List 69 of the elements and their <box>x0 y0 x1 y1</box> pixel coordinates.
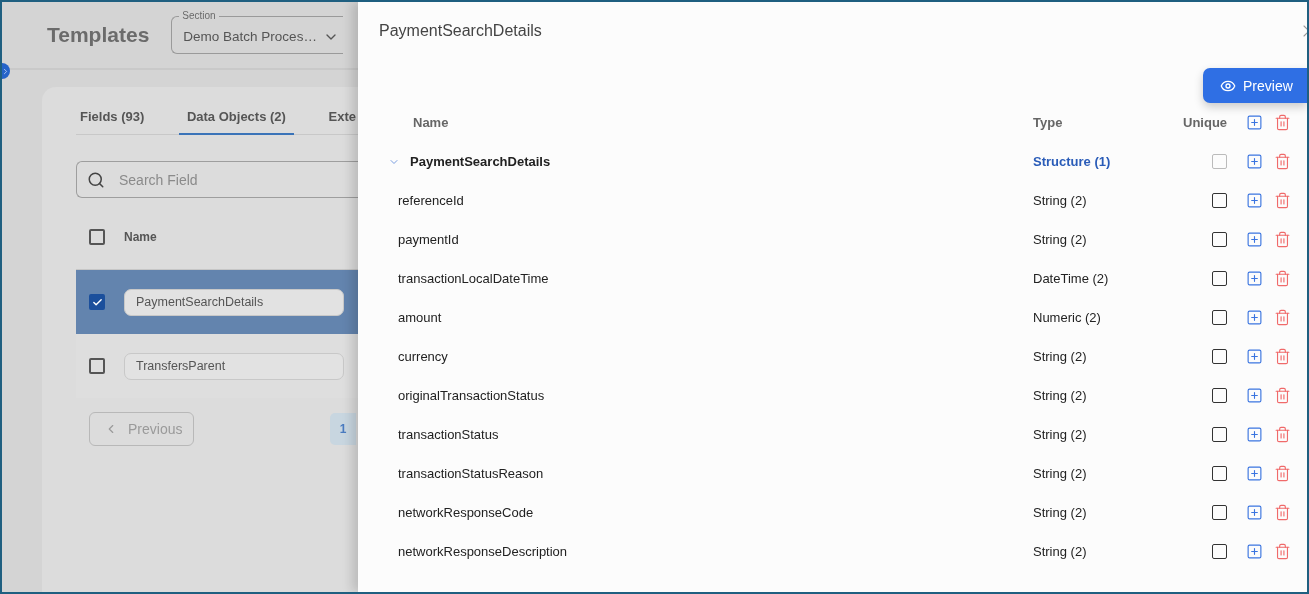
trash-icon[interactable] <box>1273 192 1291 209</box>
trash-icon[interactable] <box>1273 309 1291 326</box>
tab[interactable]: Exte <box>320 109 356 135</box>
name-field[interactable]: TransfersParent <box>124 352 344 380</box>
trash-icon[interactable] <box>1273 231 1291 248</box>
search-icon <box>87 171 105 189</box>
page-title: Templates <box>47 23 150 47</box>
tab[interactable]: Fields (93) <box>76 109 153 135</box>
type-text: String (2) <box>1033 544 1088 559</box>
check-icon <box>91 296 103 308</box>
type-text: Structure (1) <box>1033 154 1112 169</box>
column-header: Name <box>124 229 157 244</box>
type-text: DateTime (2) <box>1033 271 1110 286</box>
name-field[interactable]: PaymentSearchDetails <box>124 288 344 316</box>
add-icon[interactable] <box>1245 504 1263 521</box>
section-value: Demo Batch Proces… <box>183 29 317 44</box>
name-text: paymentId <box>398 232 459 247</box>
trash-icon[interactable] <box>1273 504 1291 521</box>
type-text: Numeric (2) <box>1033 310 1102 325</box>
add-icon[interactable] <box>1245 543 1263 560</box>
type-text: String (2) <box>1033 349 1088 364</box>
page-button[interactable]: 1 <box>330 413 356 445</box>
name-text: transactionLocalDateTime <box>398 271 549 286</box>
add-icon[interactable] <box>1245 192 1263 209</box>
add-icon[interactable] <box>1245 465 1263 482</box>
add-icon[interactable] <box>1245 113 1263 131</box>
type-text: String (2) <box>1033 232 1088 247</box>
add-icon[interactable] <box>1245 270 1263 287</box>
type-text: String (2) <box>1033 466 1088 481</box>
name-text: amount <box>398 310 442 325</box>
trash-icon[interactable] <box>1273 270 1291 287</box>
column-header: Unique <box>1183 114 1229 130</box>
add-icon[interactable] <box>1245 231 1263 248</box>
name-text: transactionStatusReason <box>398 466 544 481</box>
preview-button[interactable]: Preview <box>1203 68 1307 103</box>
trash-icon[interactable] <box>1273 465 1291 482</box>
tab[interactable]: Data Objects (2) <box>178 109 294 135</box>
type-text: String (2) <box>1033 388 1088 403</box>
trash-icon[interactable] <box>1273 153 1291 170</box>
add-icon[interactable] <box>1245 348 1263 365</box>
section-select[interactable]: Section Demo Batch Proces… <box>171 10 344 54</box>
name-text: PaymentSearchDetails <box>410 154 551 169</box>
name-text: networkResponseCode <box>398 505 534 520</box>
drawer-title: PaymentSearchDetails <box>379 22 542 40</box>
row-checkbox[interactable] <box>89 294 105 310</box>
section-label: Section <box>181 10 217 22</box>
list-row[interactable]: PaymentSearchDetails <box>76 270 358 334</box>
name-text: originalTransactionStatus <box>398 388 545 403</box>
add-icon[interactable] <box>1245 153 1263 170</box>
type-text: String (2) <box>1033 427 1088 442</box>
trash-icon[interactable] <box>1273 348 1291 365</box>
type-text: String (2) <box>1033 193 1088 208</box>
trash-icon[interactable] <box>1273 387 1291 404</box>
trash-icon[interactable] <box>1273 543 1291 560</box>
name-text: currency <box>398 349 448 364</box>
add-icon[interactable] <box>1245 309 1263 326</box>
name-text: networkResponseDescription <box>398 544 568 559</box>
trash-icon[interactable] <box>1273 113 1291 131</box>
type-text: String (2) <box>1033 505 1088 520</box>
column-header: Name <box>412 114 450 130</box>
name-text: referenceId <box>398 193 464 208</box>
row-checkbox[interactable] <box>89 358 105 374</box>
name-text: transactionStatus <box>398 427 499 442</box>
trash-icon[interactable] <box>1273 426 1291 443</box>
add-icon[interactable] <box>1245 387 1263 404</box>
select-all-checkbox[interactable] <box>89 228 105 245</box>
column-header: Type <box>1033 114 1064 130</box>
search-field[interactable]: Search Field <box>76 161 358 198</box>
add-icon[interactable] <box>1245 426 1263 443</box>
